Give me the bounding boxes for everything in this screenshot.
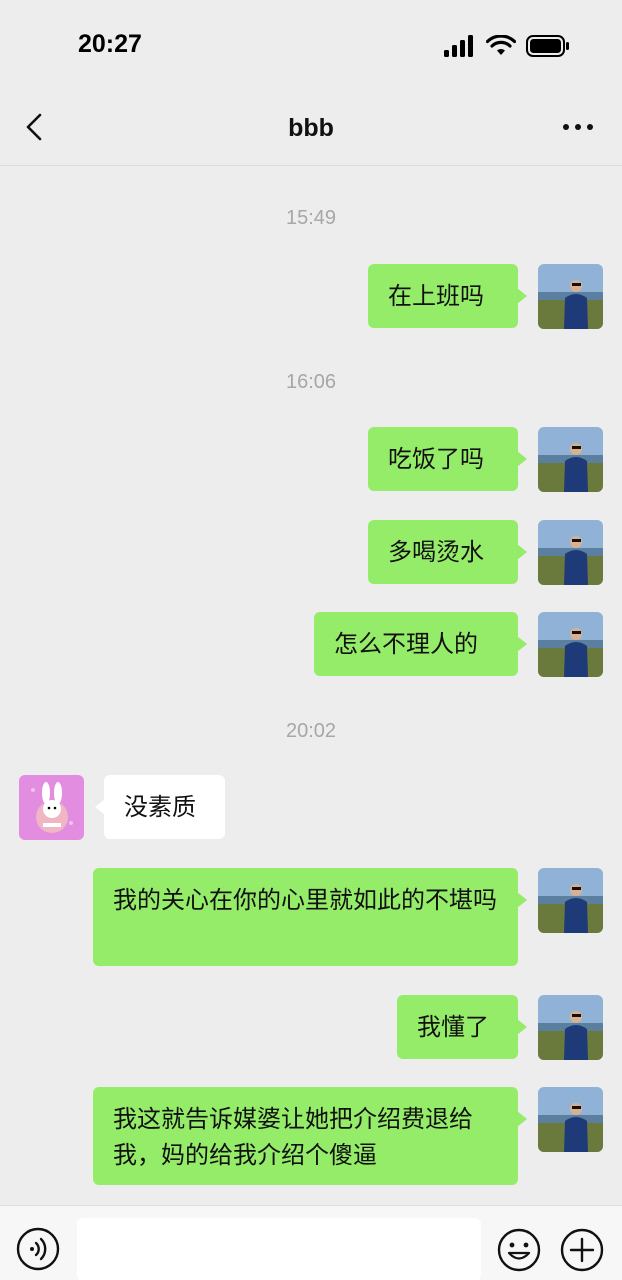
message-input[interactable]: [77, 1218, 481, 1280]
avatar-contact[interactable]: [19, 775, 84, 840]
message-bubble-outgoing[interactable]: 我懂了: [397, 995, 527, 1059]
voice-icon: [16, 1227, 60, 1271]
chat-area[interactable]: 15:49 在上班吗 16:06 吃饭了吗 多喝烫水 怎么不理人的 20:02 …: [0, 0, 622, 1205]
chat-title: bbb: [288, 114, 334, 142]
message-bubble-outgoing[interactable]: 我这就告诉媒婆让她把介绍费退给我，妈的给我介绍个傻逼: [93, 1087, 527, 1185]
plus-button[interactable]: [560, 1228, 604, 1272]
avatar-self[interactable]: [538, 995, 603, 1060]
timestamp: 15:49: [285, 207, 337, 229]
input-bar: [0, 1205, 622, 1280]
nav-bar: bbb: [0, 90, 622, 166]
message-bubble-outgoing[interactable]: 在上班吗: [368, 264, 527, 328]
timestamp: 20:02: [285, 720, 337, 742]
more-button[interactable]: [558, 110, 598, 144]
voice-button[interactable]: [16, 1227, 60, 1271]
message-bubble-outgoing[interactable]: 多喝烫水: [368, 520, 527, 584]
timestamp: 16:06: [285, 371, 337, 393]
message-bubble-outgoing[interactable]: 吃饭了吗: [368, 427, 527, 491]
avatar-self[interactable]: [538, 264, 603, 329]
avatar-self[interactable]: [538, 427, 603, 492]
emoji-icon: [497, 1228, 541, 1272]
avatar-self[interactable]: [538, 520, 603, 585]
message-bubble-outgoing[interactable]: 怎么不理人的: [314, 612, 527, 676]
avatar-self[interactable]: [538, 868, 603, 933]
emoji-button[interactable]: [497, 1228, 541, 1272]
plus-icon: [560, 1228, 604, 1272]
more-dots-icon: [563, 124, 593, 130]
message-bubble-outgoing[interactable]: 我的关心在你的心里就如此的不堪吗: [93, 868, 527, 966]
avatar-self[interactable]: [538, 1087, 603, 1152]
message-bubble-incoming[interactable]: 没素质: [95, 775, 225, 839]
avatar-self[interactable]: [538, 612, 603, 677]
